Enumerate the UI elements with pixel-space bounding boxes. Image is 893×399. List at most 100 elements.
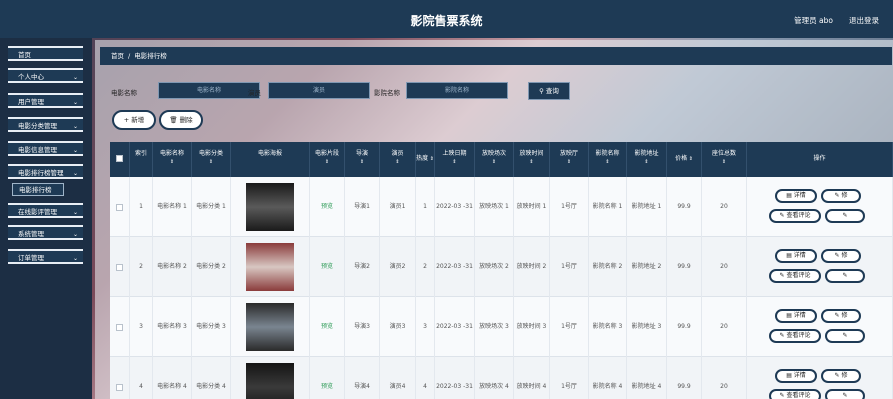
more-button[interactable]: ✎ [825,389,865,399]
sort-icon[interactable]: ⇕ [153,158,191,167]
detail-button-label: 详情 [793,192,806,199]
sort-icon[interactable]: ⇕ [702,158,746,167]
column-header-10[interactable]: 放映场次 ⇕ [475,142,514,177]
add-button[interactable]: + 新增 [112,110,156,130]
sidebar-item-label: 系统管理 [18,230,44,238]
sidebar-item-system[interactable]: 系统管理 ⌄ [8,225,83,240]
sort-icon[interactable]: ⇕ [192,158,230,167]
column-header-3[interactable]: 电影分类 ⇕ [192,142,231,177]
more-button[interactable]: ✎ [825,329,865,343]
edit-button-label: 修 [841,372,848,379]
detail-button[interactable]: ▤ 详情 [775,249,817,263]
actor-input[interactable]: 演员 [268,82,370,99]
edit-icon: ✎ [779,272,785,279]
column-header-label: 影院名称 [595,150,620,157]
sort-icon[interactable]: ⇕ [589,158,626,167]
view-reviews-button[interactable]: ✎ 查看评论 [769,329,821,343]
edit-icon: ✎ [779,332,785,339]
sidebar-item-category[interactable]: 电影分类管理 ⌄ [8,117,83,132]
cell-index: 1 [130,177,153,237]
main-content: 首页 / 电影排行榜 电影名称 电影名称 演员 演员 影院名称 影院名称 ⚲ 查询 … [95,40,893,399]
column-header-7[interactable]: 演员 ⇕ [380,142,416,177]
column-header-label: 热度 [416,155,429,162]
sort-icon[interactable]: ⇕ [475,158,513,167]
row-checkbox[interactable] [116,263,123,271]
chevron-down-icon: ⌄ [72,231,78,238]
cell-price: 99.9 [667,357,702,399]
edit-button[interactable]: ✎ 修 [821,189,861,203]
view-reviews-button[interactable]: ✎ 查看评论 [769,389,821,399]
column-header-9[interactable]: 上映日期 ⇕ [435,142,475,177]
cinema-name-input[interactable]: 影院名称 [406,82,508,99]
sort-icon[interactable]: ⇕ [435,158,474,167]
chevron-down-icon: ⌄ [72,74,78,81]
sidebar-item-movie-info[interactable]: 电影信息管理 ⌄ [8,141,83,156]
sidebar-item-home[interactable]: 首页 [8,46,83,61]
column-header-8[interactable]: 热度 ⇕ [416,142,435,177]
detail-button-label: 详情 [793,312,806,319]
sort-icon[interactable]: ⇕ [550,158,588,167]
query-button[interactable]: ⚲ 查询 [528,82,570,100]
more-button[interactable]: ✎ [825,209,865,223]
more-button[interactable]: ✎ [825,269,865,283]
column-header-16[interactable]: 座位总数 ⇕ [702,142,747,177]
column-header-label: 座位总数 [711,150,736,157]
movie-ranking-table: 索引 电影名称 ⇕ 电影分类 ⇕ 电影海报 电影片段 ⇕ 导演 ⇕ 演员 ⇕ 热度 ⇕ 上映日期 ⇕ 放映场次… [110,142,893,399]
sidebar-item-users[interactable]: 用户管理 ⌄ [8,93,83,108]
edit-button[interactable]: ✎ 修 [821,369,861,383]
movie-name-input[interactable]: 电影名称 [158,82,260,99]
cell-category: 电影分类 2 [192,237,231,297]
column-header-label: 价格 [675,155,688,162]
logout-link[interactable]: 退出登录 [849,15,879,26]
sidebar-item-orders[interactable]: 订单管理 ⌄ [8,249,83,264]
view-reviews-button[interactable]: ✎ 查看评论 [769,209,821,223]
column-header-2[interactable]: 电影名称 ⇕ [153,142,192,177]
column-header-6[interactable]: 导演 ⇕ [345,142,380,177]
detail-button[interactable]: ▤ 详情 [775,369,817,383]
sort-icon[interactable]: ⇕ [380,158,415,167]
preview-link[interactable]: 预览 [310,237,345,297]
row-checkbox[interactable] [116,383,123,391]
preview-link[interactable]: 预览 [310,177,345,237]
sort-icon[interactable]: ⇕ [514,158,549,167]
breadcrumb-home[interactable]: 首页 [111,52,124,60]
detail-button[interactable]: ▤ 详情 [775,189,817,203]
cell-name: 电影名称 2 [153,237,192,297]
view-reviews-button[interactable]: ✎ 查看评论 [769,269,821,283]
sidebar-item-reviews[interactable]: 在线影评管理 ⌄ [8,203,83,218]
edit-button[interactable]: ✎ 修 [821,309,861,323]
edit-icon: ✎ [834,372,840,379]
cell-heat: 4 [416,357,435,399]
cell-date: 2022-03 -31 [435,177,475,237]
delete-button[interactable]: 🗑 删除 [159,110,203,130]
current-user: 管理员 abo [794,16,833,25]
sidebar-item-ranking[interactable]: 电影排行榜管理 ⌄ [8,164,83,179]
preview-link[interactable]: 预览 [310,297,345,357]
app-title: 影院售票系统 [410,14,483,28]
column-header-12[interactable]: 放映厅 ⇕ [550,142,589,177]
column-header-14[interactable]: 影院地址 ⇕ [627,142,667,177]
edit-button[interactable]: ✎ 修 [821,249,861,263]
column-header-15[interactable]: 价格 ⇕ [667,142,702,177]
detail-button[interactable]: ▤ 详情 [775,309,817,323]
sort-icon[interactable]: ⇕ [687,156,693,162]
cell-seats: 20 [702,177,747,237]
select-all-checkbox[interactable] [116,155,123,162]
preview-link[interactable]: 预览 [310,357,345,399]
sort-icon[interactable]: ⇕ [310,158,344,167]
edit-button-label: 修 [841,252,848,259]
column-header-1: 索引 [130,142,153,177]
column-header-13[interactable]: 影院名称 ⇕ [589,142,627,177]
row-checkbox[interactable] [116,203,123,211]
cell-session: 放映场次 2 [475,237,514,297]
sort-icon[interactable]: ⇕ [345,158,379,167]
table-row: 3 电影名称 3 电影分类 3 预览 导演3 演员3 3 2022-03 -31 放映场次 3放… [110,297,893,357]
sort-icon[interactable]: ⇕ [428,156,434,162]
row-checkbox[interactable] [116,323,123,331]
submenu-item-ranking[interactable]: 电影排行榜 [12,183,64,196]
sidebar-item-personal[interactable]: 个人中心 ⌄ [8,68,83,83]
column-header-5[interactable]: 电影片段 ⇕ [310,142,345,177]
sort-icon[interactable]: ⇕ [627,158,666,167]
column-header-label: 电影名称 [159,150,184,157]
column-header-11[interactable]: 放映时间 ⇕ [514,142,550,177]
